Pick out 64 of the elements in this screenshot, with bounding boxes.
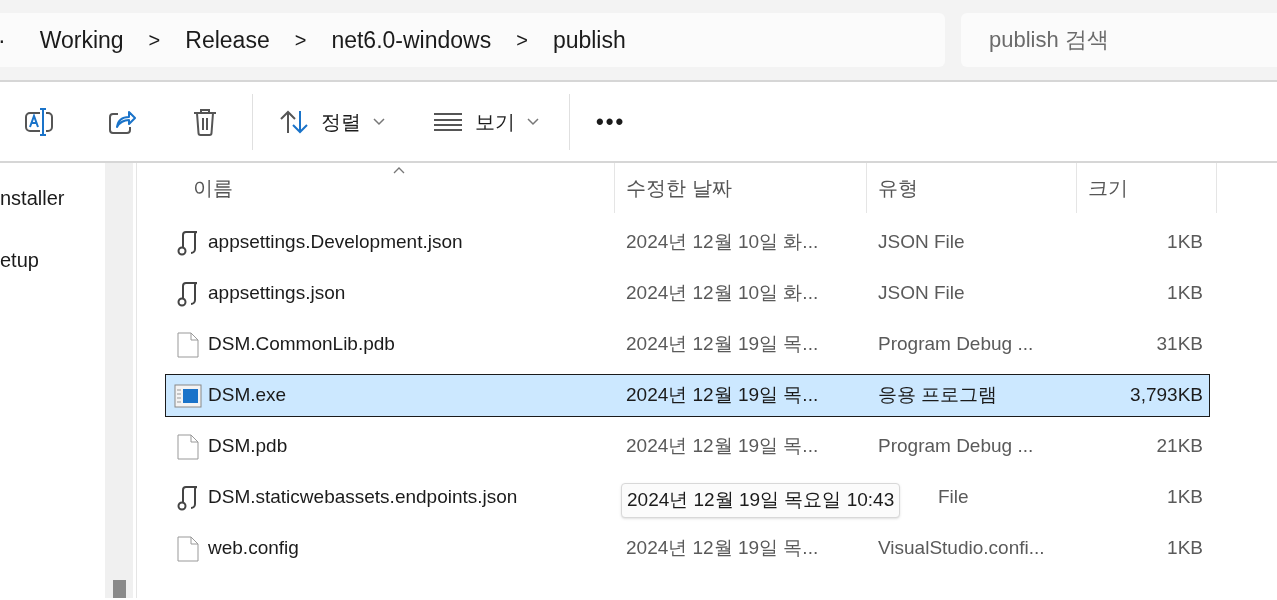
column-header[interactable]: 유형: [878, 173, 918, 203]
date-cell: 2024년 12월 10일 화...: [626, 282, 819, 304]
rename-icon: [24, 107, 54, 136]
type-cell: 응용 프로그램: [878, 384, 998, 406]
file-name: DSM.pdb: [208, 435, 288, 457]
date-cell: 2024년 12월 19일 목...: [626, 537, 819, 559]
tooltip: 2024년 12월 19일 목요일 10:43: [621, 483, 901, 518]
lines-icon: [433, 111, 463, 132]
type-cell: Program Debug ...: [878, 435, 1034, 457]
script-file-icon: [176, 280, 200, 307]
type-cell: VisualStudio.confi...: [878, 537, 1045, 559]
chevron-separator: >: [148, 28, 161, 53]
size-cell: 1KB: [1167, 231, 1203, 253]
size-cell: 1KB: [1167, 486, 1203, 508]
date-cell: 2024년 12월 10일 화...: [626, 231, 819, 253]
script-file-icon: [176, 229, 200, 256]
sidebar-item[interactable]: etup: [0, 245, 105, 275]
file-icon: [177, 535, 199, 562]
type-cell: JSON File: [878, 231, 965, 253]
search-field[interactable]: publish 검색: [961, 13, 1277, 67]
file-name: DSM.staticwebassets.endpoints.json: [208, 486, 518, 508]
trash-icon: [192, 107, 218, 136]
share-icon: [108, 108, 136, 135]
file-name: appsettings.json: [208, 282, 346, 304]
breadcrumb-item[interactable]: Release: [185, 22, 270, 58]
size-cell: 3,793KB: [1130, 384, 1203, 406]
selected-row-highlight[interactable]: DSM.exe 2024년 12월 19일 목... 응용 프로그램 3,793KB: [165, 374, 1210, 417]
file-name: appsettings.Development.json: [208, 231, 463, 253]
view-button[interactable]: 보기: [433, 101, 539, 142]
caret-icon: [527, 117, 539, 126]
column-header[interactable]: 크기: [1088, 173, 1128, 203]
size-cell: 31KB: [1156, 333, 1203, 355]
application-icon: [174, 383, 202, 408]
breadcrumb-item[interactable]: Working: [39, 22, 124, 58]
column-header[interactable]: 수정한 날짜: [626, 173, 732, 203]
sort-button[interactable]: 정렬: [279, 101, 385, 142]
size-cell: 1KB: [1167, 537, 1203, 559]
address-bar[interactable]: · Working > Release > net6.0-windows > publish: [0, 13, 945, 67]
breadcrumb-item[interactable]: ·: [0, 22, 6, 58]
breadcrumb-item[interactable]: net6.0-windows: [331, 22, 492, 58]
chevron-separator: >: [294, 28, 307, 53]
type-cell: Program Debug ...: [878, 333, 1034, 355]
date-cell: 2024년 12월 19일 목...: [626, 384, 819, 406]
file-icon: [177, 433, 199, 460]
sort-chevron-icon: [393, 167, 405, 174]
caret-icon: [373, 117, 385, 126]
scrollbar-thumb[interactable]: [112, 580, 126, 598]
chevron-separator: >: [516, 28, 528, 53]
file-name: DSM.exe: [208, 384, 287, 406]
sidebar-item[interactable]: nstaller: [0, 183, 105, 213]
date-cell: 2024년 12월 19일 목...: [626, 435, 819, 457]
breadcrumb-item[interactable]: publish: [552, 22, 626, 58]
type-cell: File: [938, 486, 969, 508]
sort-icon: [279, 108, 309, 135]
file-name: DSM.CommonLib.pdb: [208, 333, 395, 355]
date-cell: 2024년 12월 19일 목...: [626, 333, 819, 355]
column-header[interactable]: 이름: [193, 173, 233, 203]
more-button[interactable]: •••: [596, 101, 626, 142]
file-name: web.config: [208, 537, 299, 559]
type-cell: JSON File: [878, 282, 965, 304]
size-cell: 1KB: [1167, 282, 1203, 304]
file-icon: [177, 331, 199, 358]
script-file-icon: [176, 484, 200, 511]
size-cell: 21KB: [1156, 435, 1203, 457]
